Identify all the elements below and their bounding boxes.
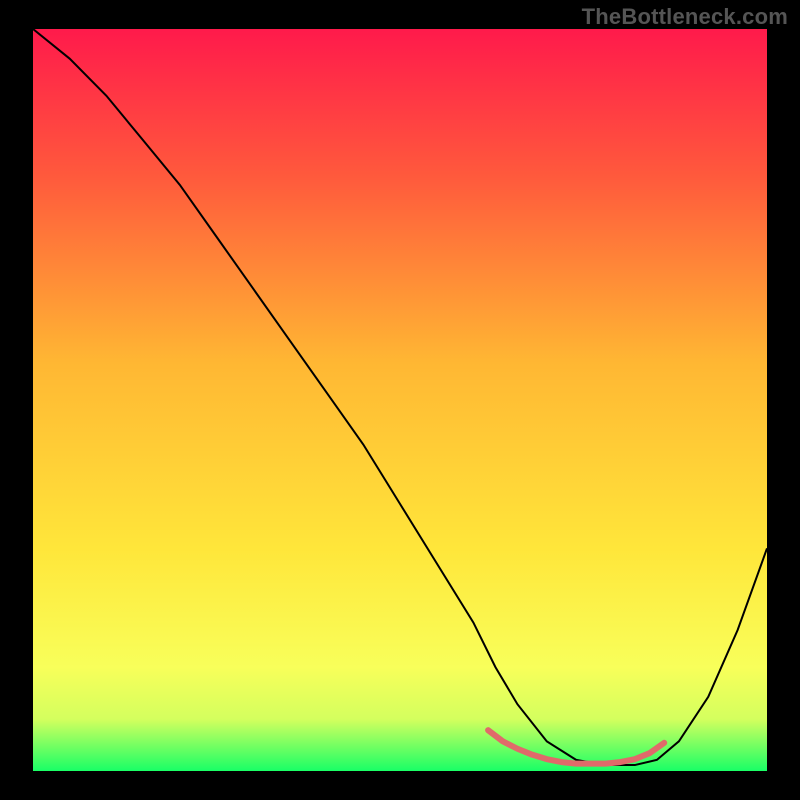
bottleneck-chart: [33, 29, 767, 771]
chart-container: TheBottleneck.com: [0, 0, 800, 800]
watermark-text: TheBottleneck.com: [582, 4, 788, 30]
